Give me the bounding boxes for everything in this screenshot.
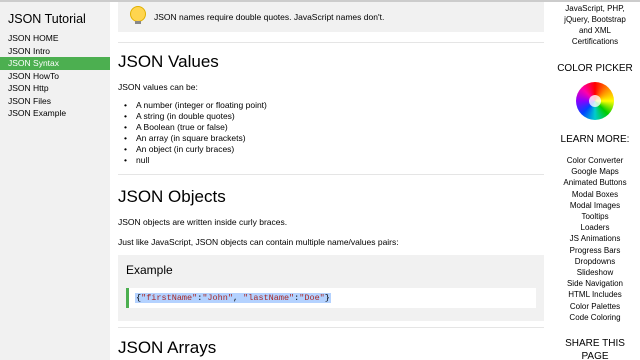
code-key-firstname: "firstName" (141, 293, 198, 303)
link-modal-images[interactable]: Modal Images (550, 200, 640, 211)
link-slideshow[interactable]: Slideshow (550, 267, 640, 278)
list-item: An object (in curly braces) (124, 144, 267, 155)
color-picker-icon[interactable] (576, 82, 614, 120)
link-html-includes[interactable]: HTML Includes (550, 289, 640, 300)
note-text: JSON names require double quotes. JavaSc… (154, 12, 385, 22)
right-sidebar: JavaScript, PHP, jQuery, Bootstrap and X… (550, 0, 640, 360)
left-sidebar: JSON Tutorial JSON HOME JSON Intro JSON … (0, 0, 110, 360)
values-list: A number (integer or floating point) A s… (124, 100, 267, 166)
heading-json-arrays: JSON Arrays (118, 338, 217, 357)
sidebar-item-json-syntax[interactable]: JSON Syntax (0, 57, 110, 70)
heading-json-values: JSON Values (118, 52, 219, 71)
link-dropdowns[interactable]: Dropdowns (550, 256, 640, 267)
values-intro: JSON values can be: (118, 82, 198, 92)
code-comma: , (232, 293, 244, 303)
code-value-doe: "Doe" (299, 293, 325, 303)
example-box: Example {"firstName":"John", "lastName":… (118, 255, 544, 321)
lightbulb-icon (130, 6, 146, 24)
sidebar-item-json-howto[interactable]: JSON HowTo (0, 70, 110, 83)
color-picker-title: COLOR PICKER (557, 63, 633, 74)
link-modal-boxes[interactable]: Modal Boxes (550, 189, 640, 200)
note-box: JSON names require double quotes. JavaSc… (118, 2, 544, 32)
sidebar-item-json-files[interactable]: JSON Files (0, 95, 110, 108)
code-block[interactable]: {"firstName":"John", "lastName":"Doe"} (126, 288, 536, 308)
share-title: SHARE THIS PAGE (550, 337, 640, 360)
code-text[interactable]: {"firstName":"John", "lastName":"Doe"} (135, 293, 331, 303)
objects-paragraph-1: JSON objects are written inside curly br… (118, 217, 288, 227)
list-item: null (124, 155, 267, 166)
code-value-john: "John" (202, 293, 233, 303)
link-animated-buttons[interactable]: Animated Buttons (550, 177, 640, 188)
link-color-palettes[interactable]: Color Palettes (550, 301, 640, 312)
code-key-lastname: "lastName" (243, 293, 295, 303)
example-title: Example (126, 263, 173, 277)
share-title-line: SHARE THIS (565, 338, 625, 350)
learn-more-links: Color Converter Google Maps Animated But… (550, 155, 640, 323)
link-js-animations[interactable]: JS Animations (550, 233, 640, 244)
link-side-navigation[interactable]: Side Navigation (550, 278, 640, 289)
list-item: An array (in square brackets) (124, 133, 267, 144)
share-title-line: PAGE (581, 351, 609, 360)
sidebar-title: JSON Tutorial (8, 12, 86, 26)
divider (118, 42, 544, 43)
sidebar-item-json-home[interactable]: JSON HOME (0, 32, 110, 45)
divider (118, 174, 544, 175)
cert-line: and XML (578, 26, 612, 35)
list-item: A number (integer or floating point) (124, 100, 267, 111)
sidebar-item-json-http[interactable]: JSON Http (0, 82, 110, 95)
link-color-converter[interactable]: Color Converter (550, 155, 640, 166)
certifications-text[interactable]: JavaScript, PHP, jQuery, Bootstrap and X… (550, 2, 640, 47)
cert-line: jQuery, Bootstrap (564, 15, 626, 24)
code-brace-close: } (324, 293, 330, 303)
sidebar-item-json-example[interactable]: JSON Example (0, 107, 110, 120)
link-google-maps[interactable]: Google Maps (550, 166, 640, 177)
link-code-coloring[interactable]: Code Coloring (550, 312, 640, 323)
cert-line: JavaScript, PHP, (565, 4, 625, 13)
heading-json-objects: JSON Objects (118, 187, 226, 206)
objects-paragraph-2: Just like JavaScript, JSON objects can c… (118, 237, 399, 247)
list-item: A string (in double quotes) (124, 111, 267, 122)
link-loaders[interactable]: Loaders (550, 222, 640, 233)
list-item: A Boolean (true or false) (124, 122, 267, 133)
link-tooltips[interactable]: Tooltips (550, 211, 640, 222)
cert-line: Certifications (571, 37, 619, 46)
link-progress-bars[interactable]: Progress Bars (550, 245, 640, 256)
main-content: JSON names require double quotes. JavaSc… (110, 0, 550, 360)
learn-more-title: LEARN MORE: (560, 134, 630, 145)
divider (118, 327, 544, 328)
sidebar-item-json-intro[interactable]: JSON Intro (0, 45, 110, 58)
